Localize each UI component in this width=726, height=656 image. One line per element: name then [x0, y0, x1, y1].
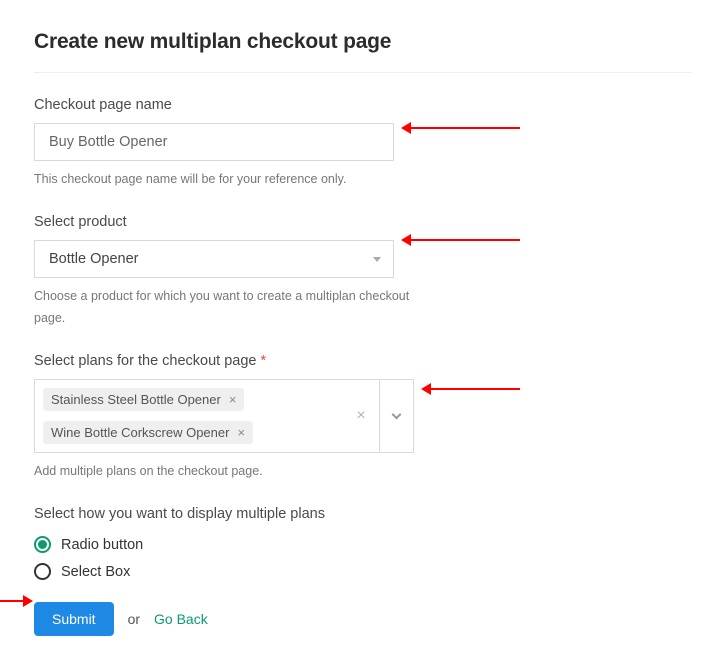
annotation-arrow: [410, 127, 520, 129]
or-text: or: [128, 611, 140, 627]
checkout-name-group: Checkout page name This checkout page na…: [34, 97, 692, 190]
clear-all-icon[interactable]: ×: [343, 380, 379, 452]
tag-item: Stainless Steel Bottle Opener ×: [43, 388, 244, 411]
tag-label: Stainless Steel Bottle Opener: [51, 392, 221, 407]
page-title: Create new multiplan checkout page: [34, 30, 692, 73]
product-label: Select product: [34, 214, 692, 230]
radio-icon: [34, 536, 51, 553]
submit-button[interactable]: Submit: [34, 602, 114, 636]
product-group: Select product Bottle Opener Choose a pr…: [34, 214, 692, 329]
plans-multiselect[interactable]: Stainless Steel Bottle Opener × Wine Bot…: [34, 379, 414, 453]
expand-dropdown[interactable]: [379, 380, 413, 452]
plans-tags: Stainless Steel Bottle Opener × Wine Bot…: [35, 380, 343, 452]
tag-label: Wine Bottle Corkscrew Opener: [51, 425, 229, 440]
plans-help: Add multiple plans on the checkout page.: [34, 461, 692, 482]
display-group: Select how you want to display multiple …: [34, 506, 692, 580]
radio-option-radio-button[interactable]: Radio button: [34, 536, 692, 553]
checkout-name-input[interactable]: [34, 123, 394, 161]
product-select[interactable]: Bottle Opener: [34, 240, 394, 278]
product-help: Choose a product for which you want to c…: [34, 286, 434, 329]
radio-label: Select Box: [61, 564, 130, 580]
display-label: Select how you want to display multiple …: [34, 506, 692, 522]
plans-label: Select plans for the checkout page *: [34, 353, 692, 369]
go-back-link[interactable]: Go Back: [154, 611, 208, 627]
checkout-name-help: This checkout page name will be for your…: [34, 169, 692, 190]
product-selected-value: Bottle Opener: [49, 251, 138, 267]
annotation-arrow: [430, 388, 520, 390]
close-icon[interactable]: ×: [237, 426, 245, 439]
radio-option-select-box[interactable]: Select Box: [34, 563, 692, 580]
annotation-arrow: [410, 239, 520, 241]
chevron-down-icon: [392, 409, 402, 419]
required-mark: *: [261, 353, 267, 369]
annotation-arrow: [0, 600, 24, 602]
radio-icon: [34, 563, 51, 580]
action-row: Submit or Go Back: [34, 602, 692, 636]
close-icon[interactable]: ×: [229, 393, 237, 406]
checkout-name-label: Checkout page name: [34, 97, 692, 113]
radio-label: Radio button: [61, 537, 143, 553]
chevron-down-icon: [373, 257, 381, 262]
plans-group: Select plans for the checkout page * Sta…: [34, 353, 692, 482]
tag-item: Wine Bottle Corkscrew Opener ×: [43, 421, 253, 444]
